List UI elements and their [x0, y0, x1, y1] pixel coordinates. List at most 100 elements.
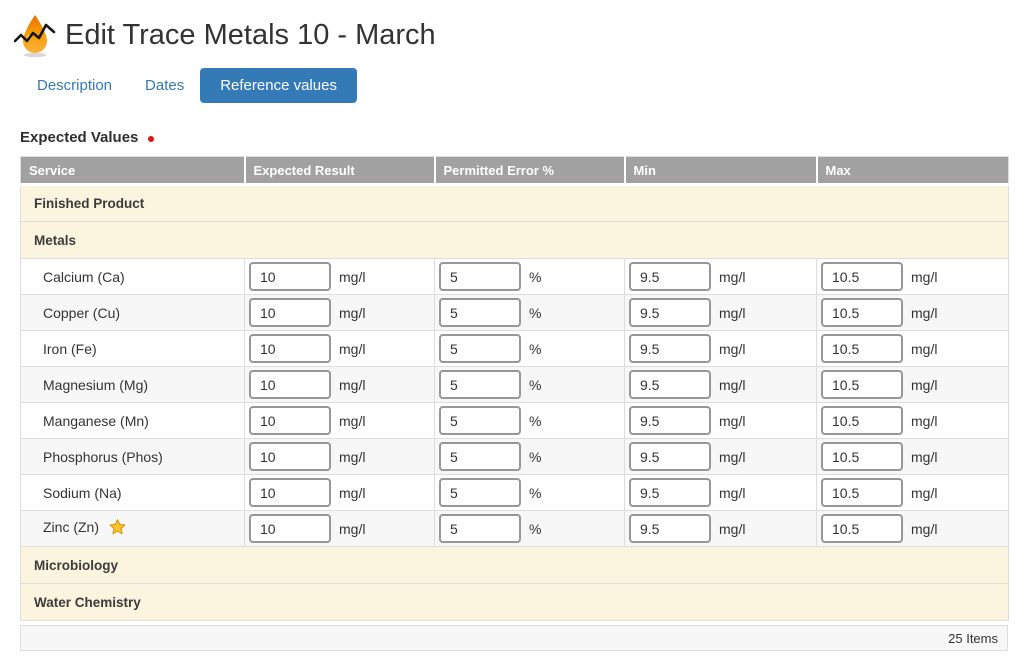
category-row[interactable]: Water Chemistry	[21, 584, 1009, 621]
category-label: Microbiology	[21, 547, 1009, 584]
permitted-error-input[interactable]	[439, 406, 521, 435]
permitted-error-input[interactable]	[439, 514, 521, 543]
permitted-error-input-cell: %	[435, 367, 625, 403]
unit-label: mg/l	[911, 485, 937, 501]
min-input-cell: mg/l	[625, 439, 817, 475]
unit-label: mg/l	[719, 305, 745, 321]
unit-label: mg/l	[719, 269, 745, 285]
unit-label: mg/l	[719, 521, 745, 537]
max-input-cell: mg/l	[817, 475, 1009, 511]
expected-result-input[interactable]	[249, 478, 331, 507]
min-input[interactable]	[629, 298, 711, 327]
min-input[interactable]	[629, 478, 711, 507]
edit-reference-sample-page: Edit Trace Metals 10 - March Description…	[0, 0, 1029, 651]
unit-label: mg/l	[339, 377, 365, 393]
max-input-cell: mg/l	[817, 439, 1009, 475]
permitted-error-input[interactable]	[439, 334, 521, 363]
service-row: Magnesium (Mg) mg/l% mg/l mg/l	[21, 367, 1009, 403]
permitted-error-input-cell: %	[435, 475, 625, 511]
min-input-cell: mg/l	[625, 331, 817, 367]
tab-description[interactable]: Description	[37, 77, 112, 94]
min-input[interactable]	[629, 514, 711, 543]
max-input[interactable]	[821, 514, 903, 543]
service-row: Iron (Fe)mg/l%mg/lmg/l	[21, 331, 1009, 367]
page-header: Edit Trace Metals 10 - March	[0, 0, 1029, 58]
max-input[interactable]	[821, 406, 903, 435]
unit-label: mg/l	[911, 521, 937, 537]
expected-result-input[interactable]	[249, 298, 331, 327]
tab-dates[interactable]: Dates	[145, 77, 184, 94]
min-input[interactable]	[629, 442, 711, 471]
tab-reference-values[interactable]: Reference values	[200, 68, 357, 103]
unit-label: %	[529, 449, 541, 465]
unit-label: mg/l	[339, 305, 365, 321]
min-input-cell: mg/l	[625, 403, 817, 439]
category-label: Metals	[21, 222, 1009, 259]
category-row[interactable]: Metals	[21, 222, 1009, 259]
max-input[interactable]	[821, 298, 903, 327]
min-input[interactable]	[629, 334, 711, 363]
permitted-error-input-cell: %	[435, 331, 625, 367]
expected-values-table: Service Expected Result Permitted Error …	[20, 156, 1009, 621]
permitted-error-input[interactable]	[439, 442, 521, 471]
service-label: Magnesium (Mg)	[43, 377, 148, 393]
unit-label: %	[529, 305, 541, 321]
unit-label: mg/l	[339, 269, 365, 285]
permitted-error-input-cell: %	[435, 259, 625, 295]
expected-result-input[interactable]	[249, 406, 331, 435]
page-title: Edit Trace Metals 10 - March	[65, 20, 436, 52]
expected-result-input[interactable]	[249, 370, 331, 399]
permitted-error-input[interactable]	[439, 262, 521, 291]
unit-label: mg/l	[719, 413, 745, 429]
table-body: Finished ProductMetalsCalcium (Ca)mg/l%m…	[21, 185, 1009, 621]
permitted-error-input-cell: %	[435, 511, 625, 547]
min-input[interactable]	[629, 370, 711, 399]
service-cell: Zinc (Zn)	[21, 511, 245, 547]
expected-result-input-cell: mg/l	[245, 475, 435, 511]
unit-label: %	[529, 413, 541, 429]
max-input[interactable]	[821, 442, 903, 471]
unit-label: mg/l	[719, 449, 745, 465]
service-cell: Manganese (Mn)	[21, 403, 245, 439]
items-count: 25 Items	[948, 631, 998, 646]
min-input-cell: mg/l	[625, 259, 817, 295]
max-input-cell: mg/l	[817, 295, 1009, 331]
service-label: Zinc (Zn)	[43, 519, 99, 535]
service-label: Calcium (Ca)	[43, 269, 125, 285]
max-input[interactable]	[821, 370, 903, 399]
expected-result-input[interactable]	[249, 442, 331, 471]
max-input[interactable]	[821, 334, 903, 363]
permitted-error-input[interactable]	[439, 370, 521, 399]
table-header: Service Expected Result Permitted Error …	[21, 157, 1009, 185]
unit-label: mg/l	[339, 449, 365, 465]
min-input[interactable]	[629, 262, 711, 291]
category-row[interactable]: Finished Product	[21, 185, 1009, 222]
unit-label: %	[529, 377, 541, 393]
service-row: Copper (Cu) mg/l% mg/l mg/l	[21, 295, 1009, 331]
permitted-error-input[interactable]	[439, 478, 521, 507]
min-input-cell: mg/l	[625, 511, 817, 547]
service-label: Manganese (Mn)	[43, 413, 149, 429]
expected-result-input[interactable]	[249, 514, 331, 543]
max-input-cell: mg/l	[817, 367, 1009, 403]
service-row: Sodium (Na)mg/l%mg/lmg/l	[21, 475, 1009, 511]
max-input-cell: mg/l	[817, 511, 1009, 547]
service-label: Phosphorus (Phos)	[43, 449, 163, 465]
max-input[interactable]	[821, 478, 903, 507]
unit-label: mg/l	[719, 485, 745, 501]
min-input-cell: mg/l	[625, 475, 817, 511]
unit-label: mg/l	[719, 377, 745, 393]
min-input[interactable]	[629, 406, 711, 435]
expected-result-input[interactable]	[249, 334, 331, 363]
unit-label: mg/l	[719, 341, 745, 357]
service-label: Sodium (Na)	[43, 485, 122, 501]
expected-result-input[interactable]	[249, 262, 331, 291]
max-input[interactable]	[821, 262, 903, 291]
permitted-error-input[interactable]	[439, 298, 521, 327]
service-row: Phosphorus (Phos) mg/l% mg/l mg/l	[21, 439, 1009, 475]
service-cell: Iron (Fe)	[21, 331, 245, 367]
category-row[interactable]: Microbiology	[21, 547, 1009, 584]
permitted-error-input-cell: %	[435, 439, 625, 475]
unit-label: mg/l	[339, 341, 365, 357]
service-label: Copper (Cu)	[43, 305, 120, 321]
